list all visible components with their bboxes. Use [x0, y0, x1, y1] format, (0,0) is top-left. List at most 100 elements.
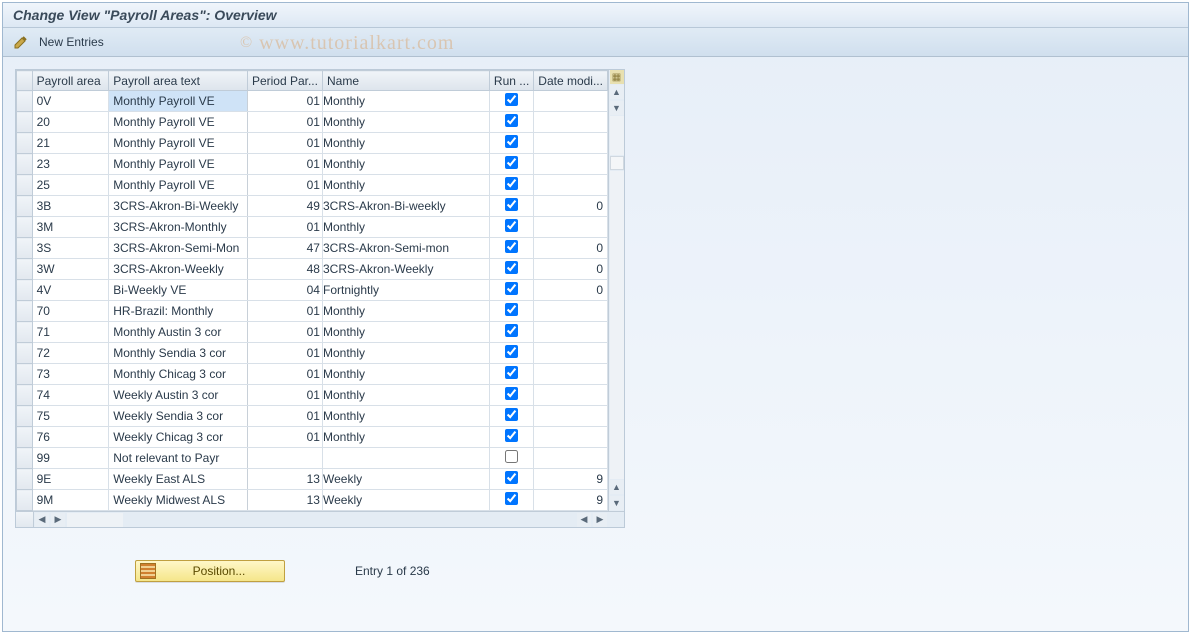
- cell-period-par[interactable]: 01: [247, 343, 322, 364]
- cell-period-par[interactable]: 01: [247, 112, 322, 133]
- cell-payroll-text[interactable]: Bi-Weekly VE: [109, 280, 248, 301]
- cell-name[interactable]: Monthly: [322, 112, 489, 133]
- cell-run[interactable]: [489, 91, 533, 112]
- cell-date-modi[interactable]: 0: [534, 280, 608, 301]
- cell-run[interactable]: [489, 364, 533, 385]
- cell-date-modi[interactable]: [534, 427, 608, 448]
- run-checkbox[interactable]: [505, 345, 518, 358]
- cell-period-par[interactable]: 01: [247, 427, 322, 448]
- table-row[interactable]: 25Monthly Payroll VE01Monthly: [17, 175, 608, 196]
- cell-period-par[interactable]: [247, 448, 322, 469]
- run-checkbox[interactable]: [505, 429, 518, 442]
- cell-date-modi[interactable]: [534, 175, 608, 196]
- cell-date-modi[interactable]: 0: [534, 196, 608, 217]
- scroll-right2-icon[interactable]: ▶: [593, 513, 607, 527]
- cell-name[interactable]: Weekly: [322, 469, 489, 490]
- cell-payroll-area[interactable]: 25: [32, 175, 109, 196]
- table-row[interactable]: 99Not relevant to Payr: [17, 448, 608, 469]
- cell-name[interactable]: Monthly: [322, 175, 489, 196]
- cell-payroll-area[interactable]: 99: [32, 448, 109, 469]
- table-row[interactable]: 9MWeekly Midwest ALS13Weekly9: [17, 490, 608, 511]
- cell-period-par[interactable]: 13: [247, 490, 322, 511]
- cell-payroll-area[interactable]: 71: [32, 322, 109, 343]
- cell-period-par[interactable]: 49: [247, 196, 322, 217]
- cell-date-modi[interactable]: [534, 112, 608, 133]
- row-selector[interactable]: [17, 385, 33, 406]
- cell-date-modi[interactable]: [534, 448, 608, 469]
- cell-run[interactable]: [489, 154, 533, 175]
- cell-date-modi[interactable]: [534, 364, 608, 385]
- cell-name[interactable]: 3CRS-Akron-Weekly: [322, 259, 489, 280]
- row-selector[interactable]: [17, 154, 33, 175]
- cell-run[interactable]: [489, 196, 533, 217]
- cell-period-par[interactable]: 04: [247, 280, 322, 301]
- run-checkbox[interactable]: [505, 198, 518, 211]
- cell-payroll-text[interactable]: Weekly Chicag 3 cor: [109, 427, 248, 448]
- cell-payroll-text[interactable]: Weekly Austin 3 cor: [109, 385, 248, 406]
- scroll-left2-icon[interactable]: ◀: [577, 513, 591, 527]
- run-checkbox[interactable]: [505, 492, 518, 505]
- col-run[interactable]: Run ...: [489, 71, 533, 91]
- run-checkbox[interactable]: [505, 324, 518, 337]
- row-selector[interactable]: [17, 196, 33, 217]
- cell-payroll-text[interactable]: Monthly Payroll VE: [109, 133, 248, 154]
- cell-payroll-area[interactable]: 3M: [32, 217, 109, 238]
- cell-payroll-text[interactable]: Weekly East ALS: [109, 469, 248, 490]
- cell-name[interactable]: Monthly: [322, 322, 489, 343]
- run-checkbox[interactable]: [505, 471, 518, 484]
- cell-run[interactable]: [489, 469, 533, 490]
- row-selector[interactable]: [17, 406, 33, 427]
- horizontal-scrollbar[interactable]: ◀ ▶ ◀ ▶: [16, 511, 624, 527]
- cell-payroll-text[interactable]: 3CRS-Akron-Weekly: [109, 259, 248, 280]
- cell-payroll-area[interactable]: 23: [32, 154, 109, 175]
- cell-name[interactable]: Monthly: [322, 154, 489, 175]
- cell-payroll-area[interactable]: 3S: [32, 238, 109, 259]
- cell-payroll-text[interactable]: Monthly Payroll VE: [109, 154, 248, 175]
- cell-name[interactable]: Fortnightly: [322, 280, 489, 301]
- table-row[interactable]: 73Monthly Chicag 3 cor01Monthly: [17, 364, 608, 385]
- cell-name[interactable]: Monthly: [322, 133, 489, 154]
- row-selector[interactable]: [17, 259, 33, 280]
- run-checkbox[interactable]: [505, 450, 518, 463]
- cell-payroll-text[interactable]: Monthly Payroll VE: [109, 91, 248, 112]
- cell-run[interactable]: [489, 490, 533, 511]
- cell-name[interactable]: Monthly: [322, 301, 489, 322]
- edit-icon[interactable]: [13, 34, 29, 50]
- run-checkbox[interactable]: [505, 114, 518, 127]
- cell-name[interactable]: Monthly: [322, 217, 489, 238]
- cell-date-modi[interactable]: [534, 133, 608, 154]
- col-payroll-area[interactable]: Payroll area: [32, 71, 109, 91]
- table-row[interactable]: 3M3CRS-Akron-Monthly01Monthly: [17, 217, 608, 238]
- run-checkbox[interactable]: [505, 219, 518, 232]
- cell-payroll-area[interactable]: 70: [32, 301, 109, 322]
- cell-payroll-text[interactable]: Monthly Austin 3 cor: [109, 322, 248, 343]
- cell-name[interactable]: Monthly: [322, 364, 489, 385]
- cell-payroll-area[interactable]: 3W: [32, 259, 109, 280]
- cell-date-modi[interactable]: [534, 343, 608, 364]
- cell-name[interactable]: Monthly: [322, 406, 489, 427]
- table-row[interactable]: 72Monthly Sendia 3 cor01Monthly: [17, 343, 608, 364]
- cell-date-modi[interactable]: 9: [534, 490, 608, 511]
- cell-run[interactable]: [489, 259, 533, 280]
- cell-payroll-text[interactable]: Not relevant to Payr: [109, 448, 248, 469]
- cell-payroll-area[interactable]: 9E: [32, 469, 109, 490]
- cell-period-par[interactable]: 01: [247, 364, 322, 385]
- row-selector[interactable]: [17, 490, 33, 511]
- row-selector[interactable]: [17, 112, 33, 133]
- cell-date-modi[interactable]: [534, 217, 608, 238]
- run-checkbox[interactable]: [505, 240, 518, 253]
- cell-run[interactable]: [489, 238, 533, 259]
- cell-run[interactable]: [489, 322, 533, 343]
- row-selector[interactable]: [17, 217, 33, 238]
- cell-payroll-text[interactable]: Monthly Sendia 3 cor: [109, 343, 248, 364]
- table-row[interactable]: 4VBi-Weekly VE04Fortnightly0: [17, 280, 608, 301]
- cell-name[interactable]: Monthly: [322, 91, 489, 112]
- cell-name[interactable]: Monthly: [322, 427, 489, 448]
- cell-run[interactable]: [489, 427, 533, 448]
- cell-run[interactable]: [489, 133, 533, 154]
- cell-payroll-text[interactable]: 3CRS-Akron-Bi-Weekly: [109, 196, 248, 217]
- cell-period-par[interactable]: 01: [247, 301, 322, 322]
- cell-run[interactable]: [489, 385, 533, 406]
- cell-date-modi[interactable]: [534, 91, 608, 112]
- cell-name[interactable]: 3CRS-Akron-Bi-weekly: [322, 196, 489, 217]
